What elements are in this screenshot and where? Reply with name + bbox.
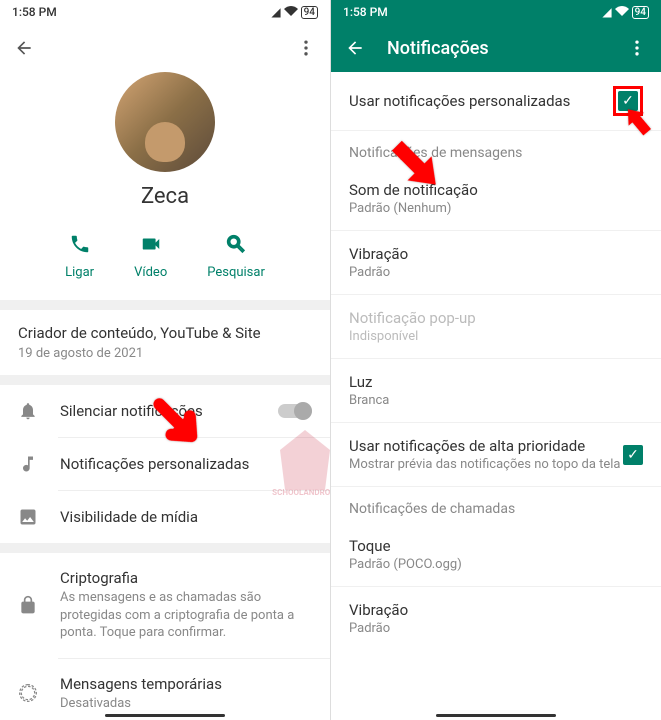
light-row[interactable]: Luz Branca bbox=[331, 359, 661, 423]
profile-screen: 1:58 PM ◢ 94 Zeca Ligar Vídeo bbox=[0, 0, 330, 720]
about-date: 19 de agosto de 2021 bbox=[18, 346, 312, 361]
timer-icon bbox=[18, 683, 40, 703]
popup-sub: Indisponível bbox=[349, 329, 643, 344]
mute-toggle[interactable] bbox=[278, 404, 312, 418]
video-icon bbox=[140, 233, 162, 259]
high-checkbox[interactable]: ✓ bbox=[623, 445, 643, 465]
popup-title: Notificação pop-up bbox=[349, 309, 643, 327]
avatar[interactable] bbox=[115, 72, 215, 172]
status-bar: 1:58 PM ◢ 94 bbox=[331, 0, 661, 24]
custom-notif-row[interactable]: Notificações personalizadas bbox=[0, 438, 330, 490]
music-note-icon bbox=[18, 454, 40, 474]
sound-row[interactable]: Som de notificação Padrão (Nenhum) bbox=[331, 167, 661, 231]
back-button[interactable] bbox=[12, 36, 36, 60]
video-button[interactable]: Vídeo bbox=[134, 233, 167, 280]
header-title: Notificações bbox=[387, 38, 625, 59]
signal-icon: ◢ bbox=[602, 5, 611, 19]
ring-title: Toque bbox=[349, 537, 643, 555]
profile-name: Zeca bbox=[0, 184, 330, 209]
bell-icon bbox=[18, 401, 40, 421]
sound-sub: Padrão (Nenhum) bbox=[349, 201, 643, 216]
temp-sub: Desativadas bbox=[60, 695, 312, 713]
high-priority-row[interactable]: Usar notificações de alta prioridade Mos… bbox=[331, 423, 661, 487]
mute-row[interactable]: Silenciar notificações bbox=[0, 385, 330, 437]
light-sub: Branca bbox=[349, 393, 643, 408]
lock-icon bbox=[18, 595, 40, 615]
status-bar: 1:58 PM ◢ 94 bbox=[0, 0, 330, 24]
battery-icon: 94 bbox=[301, 6, 318, 19]
image-icon bbox=[18, 507, 40, 527]
light-title: Luz bbox=[349, 373, 643, 391]
use-custom-row[interactable]: Usar notificações personalizadas ✓ bbox=[331, 72, 661, 131]
use-custom-label: Usar notificações personalizadas bbox=[349, 92, 613, 110]
status-time: 1:58 PM bbox=[12, 5, 57, 19]
search-icon bbox=[225, 233, 247, 259]
vib2-title: Vibração bbox=[349, 601, 643, 619]
vib2-sub: Padrão bbox=[349, 621, 643, 636]
profile-section: Zeca Ligar Vídeo Pesquisar bbox=[0, 72, 330, 300]
more-button[interactable] bbox=[294, 36, 318, 60]
media-row[interactable]: Visibilidade de mídia bbox=[0, 491, 330, 543]
home-indicator[interactable] bbox=[436, 714, 556, 717]
temp-title: Mensagens temporárias bbox=[60, 675, 312, 693]
highlight-box: ✓ bbox=[613, 86, 643, 116]
sound-title: Som de notificação bbox=[349, 181, 643, 199]
custom-notif-label: Notificações personalizadas bbox=[60, 455, 312, 473]
use-custom-checkbox[interactable]: ✓ bbox=[618, 91, 638, 111]
more-button[interactable] bbox=[625, 36, 649, 60]
home-indicator[interactable] bbox=[105, 714, 225, 717]
header: Notificações bbox=[331, 24, 661, 72]
wifi-icon bbox=[615, 5, 629, 19]
vibration-row[interactable]: Vibração Padrão bbox=[331, 231, 661, 295]
crypto-row[interactable]: Criptografia As mensagens e as chamadas … bbox=[0, 553, 330, 658]
call-vibration-row[interactable]: Vibração Padrão bbox=[331, 587, 661, 650]
crypto-title: Criptografia bbox=[60, 569, 312, 587]
vibration-sub: Padrão bbox=[349, 265, 643, 280]
popup-row: Notificação pop-up Indisponível bbox=[331, 295, 661, 359]
ringtone-row[interactable]: Toque Padrão (POCO.ogg) bbox=[331, 523, 661, 587]
call-label: Ligar bbox=[65, 265, 94, 280]
wifi-icon bbox=[284, 5, 298, 19]
video-label: Vídeo bbox=[134, 265, 167, 280]
phone-icon bbox=[69, 233, 91, 259]
notifications-screen: 1:58 PM ◢ 94 Notificações Usar notificaç… bbox=[331, 0, 661, 720]
temp-row[interactable]: Mensagens temporárias Desativadas bbox=[0, 659, 330, 720]
header bbox=[0, 24, 330, 72]
vibration-title: Vibração bbox=[349, 245, 643, 263]
about-block[interactable]: Criador de conteúdo, YouTube & Site 19 d… bbox=[0, 310, 330, 375]
crypto-sub: As mensagens e as chamadas são protegida… bbox=[60, 589, 312, 642]
mute-label: Silenciar notificações bbox=[60, 402, 258, 420]
call-button[interactable]: Ligar bbox=[65, 233, 94, 280]
about-text: Criador de conteúdo, YouTube & Site bbox=[18, 324, 312, 342]
msg-category: Notificações de mensagens bbox=[331, 131, 661, 167]
signal-icon: ◢ bbox=[271, 5, 280, 19]
high-title: Usar notificações de alta prioridade bbox=[349, 437, 623, 455]
high-sub: Mostrar prévia das notificações no topo … bbox=[349, 457, 623, 472]
search-label: Pesquisar bbox=[207, 265, 265, 280]
status-time: 1:58 PM bbox=[343, 5, 388, 19]
call-category: Notificações de chamadas bbox=[331, 487, 661, 523]
back-button[interactable] bbox=[343, 36, 367, 60]
search-button[interactable]: Pesquisar bbox=[207, 233, 265, 280]
ring-sub: Padrão (POCO.ogg) bbox=[349, 557, 643, 572]
media-label: Visibilidade de mídia bbox=[60, 508, 312, 526]
battery-icon: 94 bbox=[632, 6, 649, 19]
